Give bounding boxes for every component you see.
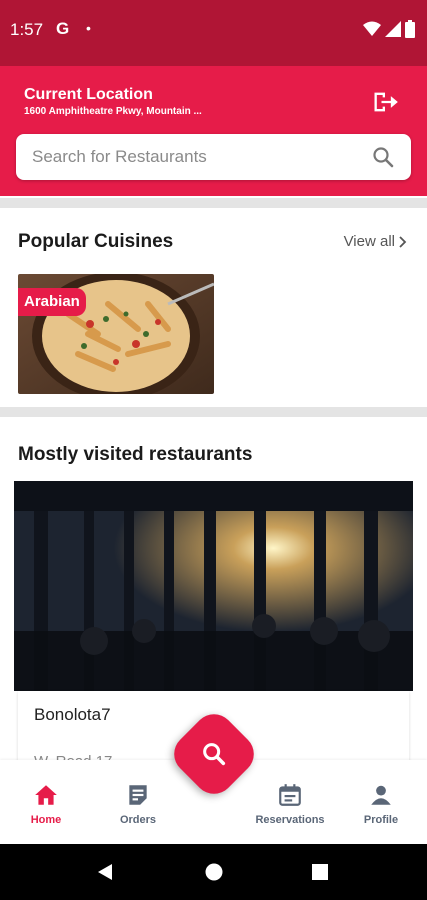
nav-orders-label: Orders — [119, 814, 157, 826]
nav-reservations[interactable]: Reservations — [245, 782, 335, 826]
restaurant-name: Bonolota7 — [34, 705, 111, 724]
section-divider — [0, 198, 427, 208]
orders-icon — [129, 785, 147, 805]
signal-icon — [385, 21, 401, 37]
battery-icon — [405, 20, 415, 38]
location-address[interactable]: 1600 Amphitheatre Pkwy, Mountain ... — [24, 106, 202, 117]
nav-reservations-label: Reservations — [255, 814, 325, 826]
view-all-link[interactable]: View all — [344, 233, 407, 250]
back-icon[interactable] — [96, 863, 114, 881]
home-icon — [35, 785, 57, 805]
system-nav-bar — [0, 844, 427, 900]
fab-search-icon — [203, 743, 226, 766]
nav-home[interactable]: Home — [1, 782, 91, 826]
section-divider — [0, 407, 427, 417]
google-icon: G — [56, 19, 70, 38]
view-all-label: View all — [343, 233, 395, 250]
status-time: 1:57 — [10, 20, 44, 39]
header: Current Location 1600 Amphitheatre Pkwy,… — [0, 66, 427, 196]
home-button-icon[interactable] — [205, 863, 223, 881]
restaurant-image — [14, 481, 413, 691]
nav-home-label: Home — [30, 814, 62, 826]
status-icons — [363, 20, 415, 38]
notification-dot-icon: • — [86, 20, 91, 36]
chevron-right-icon — [399, 235, 407, 248]
status-bar: 1:57 G • — [0, 0, 427, 66]
recents-icon[interactable] — [312, 864, 328, 880]
restaurants-title: Mostly visited restaurants — [18, 444, 253, 465]
nav-orders[interactable]: Orders — [93, 782, 183, 826]
logout-icon[interactable] — [371, 88, 399, 116]
location-title[interactable]: Current Location — [24, 86, 153, 104]
search-input[interactable] — [32, 144, 352, 170]
search-icon[interactable] — [371, 145, 395, 169]
nav-profile[interactable]: Profile — [336, 782, 426, 826]
cuisine-label: Arabian — [18, 288, 86, 316]
nav-profile-label: Profile — [363, 814, 399, 826]
search-bar[interactable] — [16, 134, 411, 180]
cuisine-card[interactable]: Arabian — [18, 274, 214, 394]
popular-cuisines-title: Popular Cuisines — [18, 231, 174, 252]
calendar-icon — [279, 784, 301, 806]
profile-icon — [371, 785, 391, 805]
wifi-icon — [363, 21, 381, 36]
